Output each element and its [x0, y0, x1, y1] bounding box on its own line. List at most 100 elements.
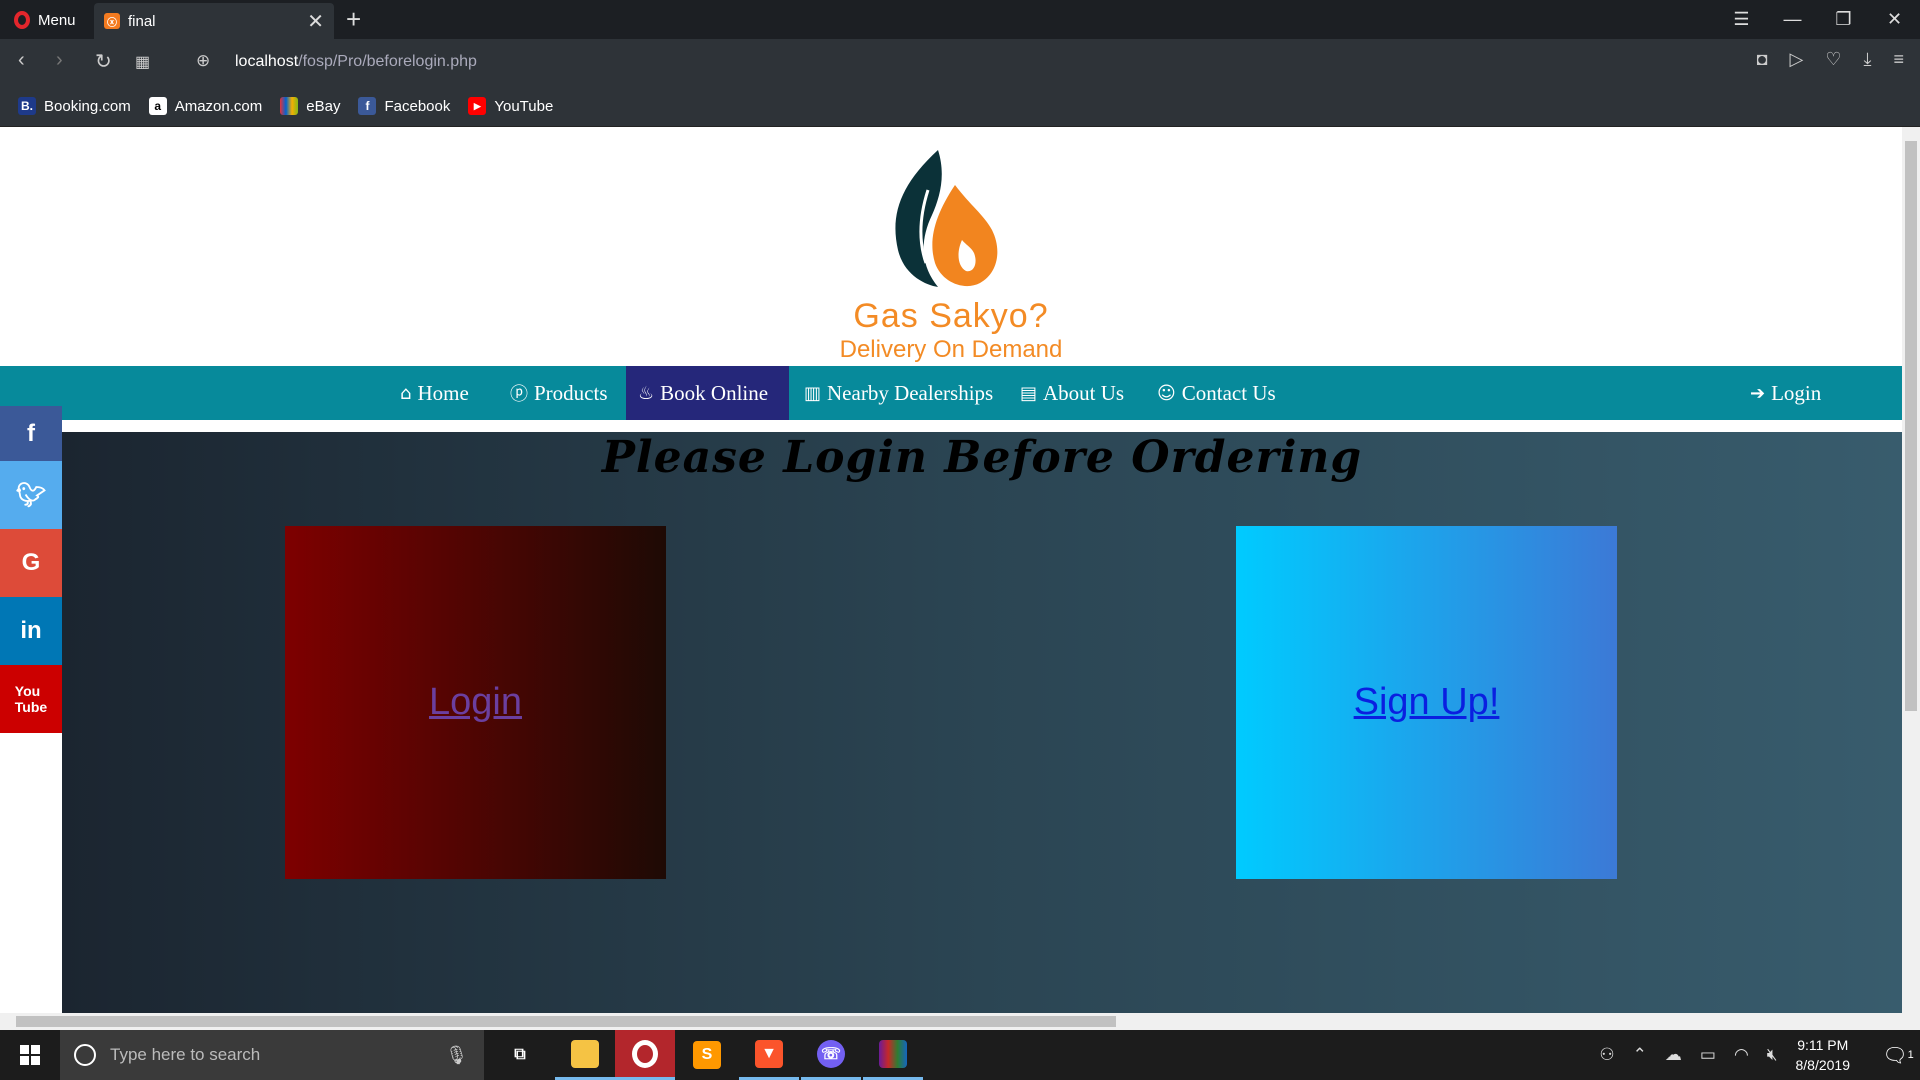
wifi-icon[interactable]: ◠ [1734, 1045, 1749, 1065]
nav-products[interactable]: ⓟ Products [498, 366, 620, 420]
opera-logo-icon [14, 11, 30, 29]
scroll-thumb[interactable] [1905, 141, 1917, 711]
nav-label: Products [534, 380, 608, 405]
tab-close-icon[interactable]: ✕ [307, 9, 324, 34]
youtube-icon: ▶ [468, 97, 487, 115]
login-link[interactable]: Login [429, 681, 522, 724]
login-card[interactable]: Login [285, 526, 666, 879]
scroll-thumb[interactable] [16, 1016, 1116, 1027]
amazon-icon: a [148, 97, 167, 115]
reload-icon[interactable]: ↻ [95, 49, 112, 74]
booking-icon: B. [18, 97, 36, 115]
notification-glyph: 🗨︎ [1882, 1044, 1908, 1067]
snapshot-icon[interactable]: ◘ [1757, 49, 1768, 70]
ebay-icon [280, 97, 299, 115]
close-window-icon[interactable]: ✕ [1869, 0, 1920, 39]
forward-icon[interactable]: › [56, 49, 63, 72]
folder-glyph [571, 1039, 599, 1068]
nav-label: Login [1771, 380, 1822, 405]
taskbar-search[interactable]: Type here to search 🎙︎ [60, 1030, 484, 1080]
action-center-icon[interactable]: 🗨︎ 1 [1876, 1030, 1920, 1080]
google-icon[interactable]: G [0, 529, 62, 597]
signup-card[interactable]: Sign Up! [1236, 526, 1617, 879]
site-header: Gas Sakyo? Delivery On Demand [0, 127, 1902, 366]
sublime-glyph: S [693, 1041, 721, 1069]
viber-icon[interactable]: ☏ [801, 1030, 861, 1080]
volume-muted-icon[interactable]: 🔇︎ [1767, 1045, 1778, 1065]
nav-nearby-dealerships[interactable]: ▥ Nearby Dealerships [792, 366, 1005, 420]
clock-date: 8/8/2019 [1795, 1057, 1851, 1073]
brand-tagline: Delivery On Demand [839, 336, 1063, 363]
url-path: /fosp/Pro/beforelogin.php [298, 53, 477, 70]
linkedin-icon[interactable]: in [0, 597, 62, 665]
brave-icon[interactable]: ▼ [739, 1030, 799, 1080]
opera-glyph [632, 1039, 658, 1068]
twitter-icon[interactable]: 🐦︎ [0, 461, 62, 529]
nav-home[interactable]: ⌂ Home [388, 366, 481, 420]
speed-dial-icon[interactable]: ▦ [135, 52, 150, 72]
spacer-strip [62, 420, 1902, 432]
onedrive-icon[interactable]: ☁ [1665, 1045, 1682, 1065]
bookmark-ebay[interactable]: eBay [280, 97, 340, 115]
chevron-up-icon[interactable]: ⌃ [1633, 1045, 1647, 1065]
building-icon: ▥ [804, 382, 822, 404]
youtube-icon[interactable]: You Tube [0, 665, 62, 733]
back-icon[interactable]: ‹ [18, 49, 25, 72]
sublime-text-icon[interactable]: S [677, 1030, 737, 1080]
nav-label: Home [417, 380, 469, 405]
windows-logo-icon [20, 1045, 40, 1065]
facebook-icon: f [358, 97, 377, 115]
winrar-glyph [879, 1039, 907, 1068]
battery-icon[interactable]: ▭ [1700, 1045, 1716, 1065]
task-view-icon[interactable]: ⧉ [490, 1030, 550, 1080]
bookmark-label: eBay [306, 97, 341, 115]
easy-setup-icon[interactable]: ≡ [1893, 49, 1904, 70]
home-icon: ⌂ [400, 382, 412, 404]
tab-title: final [128, 12, 156, 30]
bookmark-label: Facebook [384, 97, 451, 115]
address-bar: ‹ › ↻ ▦ ⊕ localhost/fosp/Pro/beforelogin… [0, 39, 1920, 86]
bookmark-facebook[interactable]: f Facebook [358, 97, 450, 115]
taskbar-clock[interactable]: 9:11 PM 8/8/2019 [1796, 1035, 1851, 1075]
file-explorer-icon[interactable] [555, 1030, 615, 1080]
bookmark-youtube[interactable]: ▶ YouTube [468, 97, 553, 115]
tab-menu-icon[interactable]: ☰ [1716, 0, 1767, 39]
nav-label: Nearby Dealerships [827, 380, 994, 405]
facebook-icon[interactable]: f [0, 406, 62, 461]
viber-glyph: ☏ [817, 1039, 845, 1068]
opera-taskbar-icon[interactable] [615, 1030, 675, 1080]
vertical-scrollbar[interactable] [1902, 127, 1920, 1013]
page-viewport: Gas Sakyo? Delivery On Demand ⌂ Home ⓟ P… [0, 127, 1902, 1013]
horizontal-scrollbar[interactable] [0, 1013, 1920, 1030]
nav-label: Book Online [660, 380, 769, 405]
nav-about-us[interactable]: ▤ About Us [1008, 366, 1136, 420]
brave-glyph: ▼ [755, 1039, 783, 1068]
sign-in-icon: ➔ [1750, 382, 1766, 404]
windows-taskbar: Type here to search 🎙︎ ⧉ S ▼ ☏ ⚇ ⌃ ☁ ▭ ◠… [0, 1030, 1920, 1080]
browser-tab-final[interactable]: ⓧ final ✕ [94, 3, 334, 39]
nav-book-online[interactable]: ♨ Book Online [626, 366, 789, 420]
nav-label: About Us [1043, 380, 1125, 405]
products-icon: ⓟ [510, 384, 528, 405]
nav-contact-us[interactable]: ☺ Contact Us [1145, 366, 1288, 420]
bookmarks-bar: B. Booking.com a Amazon.com eBay f Faceb… [0, 86, 1920, 127]
heart-icon[interactable]: ♡ [1825, 49, 1841, 70]
url-field[interactable]: localhost/fosp/Pro/beforelogin.php [235, 53, 477, 71]
new-tab-icon[interactable]: + [346, 4, 361, 35]
system-tray: ⚇ ⌃ ☁ ▭ ◠ 🔇︎ 9:11 PM 8/8/2019 🗨︎ 1 [1599, 1030, 1920, 1080]
signup-link[interactable]: Sign Up! [1354, 681, 1500, 724]
opera-menu-button[interactable]: Menu [8, 6, 82, 34]
winrar-icon[interactable] [863, 1030, 923, 1080]
download-icon[interactable]: ⤓ [1864, 49, 1872, 70]
send-icon[interactable]: ▷ [1790, 49, 1804, 70]
nav-login[interactable]: ➔ Login [1738, 366, 1833, 420]
microphone-icon[interactable]: 🎙︎ [445, 1045, 468, 1066]
bookmark-amazon[interactable]: a Amazon.com [148, 97, 262, 115]
bookmark-booking[interactable]: B. Booking.com [18, 97, 131, 115]
people-icon[interactable]: ⚇ [1599, 1045, 1614, 1065]
fire-icon: ♨ [638, 382, 655, 404]
start-button[interactable] [0, 1030, 60, 1080]
minimize-icon[interactable]: — [1767, 0, 1818, 39]
restore-icon[interactable]: ❐ [1818, 0, 1869, 39]
brand-title: Gas Sakyo? [853, 297, 1049, 335]
